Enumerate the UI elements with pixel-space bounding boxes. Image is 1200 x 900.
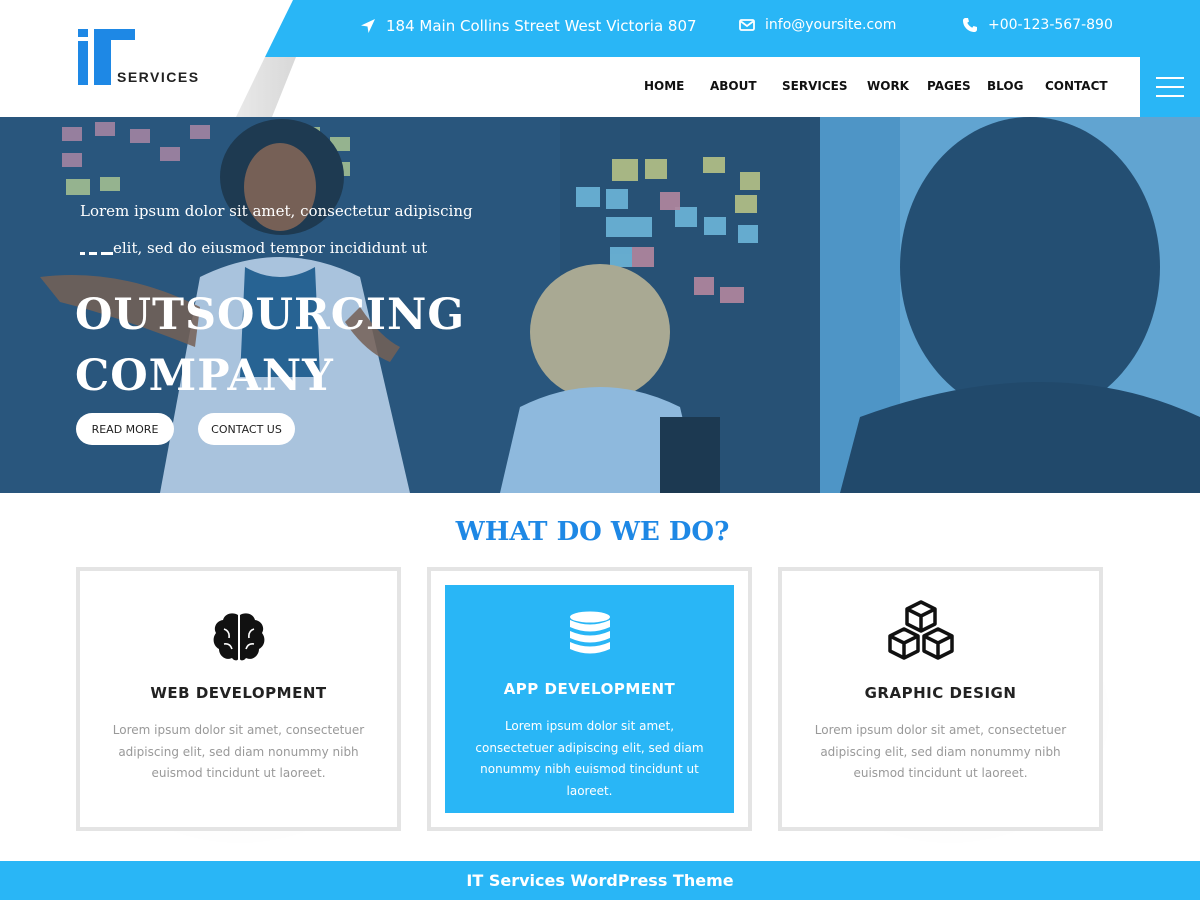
hamburger-icon xyxy=(1156,77,1184,79)
location-arrow-icon xyxy=(361,19,375,33)
brain-icon xyxy=(213,613,264,661)
phone-info[interactable]: +00-123-567-890 xyxy=(962,17,1113,33)
section-heading: WHAT DO WE DO? xyxy=(455,517,730,547)
email-info[interactable]: info@yoursite.com xyxy=(739,17,896,33)
service-card-text: Lorem ipsum dolor sit amet, consectetuer… xyxy=(475,719,704,798)
cubes-icon xyxy=(887,600,954,660)
database-icon xyxy=(569,611,610,654)
nav-services[interactable]: SERVICES xyxy=(782,79,847,93)
service-card-text: Lorem ipsum dolor sit amet, consectetuer… xyxy=(814,723,1067,780)
address-text: 184 Main Collins Street West Victoria 80… xyxy=(386,17,697,35)
footer-text: IT Services WordPress Theme xyxy=(466,871,734,890)
service-card-title: GRAPHIC DESIGN xyxy=(864,684,1017,702)
hamburger-menu-button[interactable] xyxy=(1140,57,1200,117)
email-text: info@yoursite.com xyxy=(765,17,897,33)
site-logo[interactable]: SERVICES xyxy=(78,29,208,89)
phone-text: +00-123-567-890 xyxy=(988,17,1113,33)
address-info: 184 Main Collins Street West Victoria 80… xyxy=(360,17,697,35)
service-card-title: WEB DEVELOPMENT xyxy=(150,684,327,702)
service-card-title: APP DEVELOPMENT xyxy=(503,680,676,698)
hero-subtitle-line1: Lorem ipsum dolor sit amet, consectetur … xyxy=(80,202,473,220)
header-slant-decoration xyxy=(236,57,296,117)
site-header: SERVICES 184 Main Collins Street West Vi… xyxy=(0,0,1200,117)
nav-blog[interactable]: BLOG xyxy=(987,79,1023,93)
nav-work[interactable]: WORK xyxy=(867,79,909,93)
nav-home[interactable]: HOME xyxy=(644,79,684,93)
nav-about[interactable]: ABOUT xyxy=(710,79,757,93)
hero-title-line1: OUTSOURCING xyxy=(75,290,466,340)
hero-title: OUTSOURCING COMPANY xyxy=(75,285,465,407)
hero-banner: Lorem ipsum dolor sit amet, consectetur … xyxy=(0,117,1200,493)
phone-icon xyxy=(963,18,977,32)
service-card-app-development[interactable]: APP DEVELOPMENT Lorem ipsum dolor sit am… xyxy=(427,567,752,831)
envelope-icon xyxy=(739,19,755,31)
hero-subtitle-line2: elit, sed do eiusmod tempor incididunt u… xyxy=(113,239,428,257)
hero-title-line2: COMPANY xyxy=(75,351,334,401)
nav-pages[interactable]: PAGES xyxy=(927,79,971,93)
contact-us-button[interactable]: CONTACT US xyxy=(198,413,295,445)
service-card-text: Lorem ipsum dolor sit amet, consectetuer… xyxy=(112,723,365,780)
service-card-graphic-design[interactable]: GRAPHIC DESIGN Lorem ipsum dolor sit ame… xyxy=(778,567,1103,831)
service-card-web-development[interactable]: WEB DEVELOPMENT Lorem ipsum dolor sit am… xyxy=(76,567,401,831)
read-more-button[interactable]: READ MORE xyxy=(76,413,174,445)
logo-text: SERVICES xyxy=(117,69,200,85)
site-footer: IT Services WordPress Theme xyxy=(0,861,1200,900)
nav-contact[interactable]: CONTACT xyxy=(1045,79,1108,93)
